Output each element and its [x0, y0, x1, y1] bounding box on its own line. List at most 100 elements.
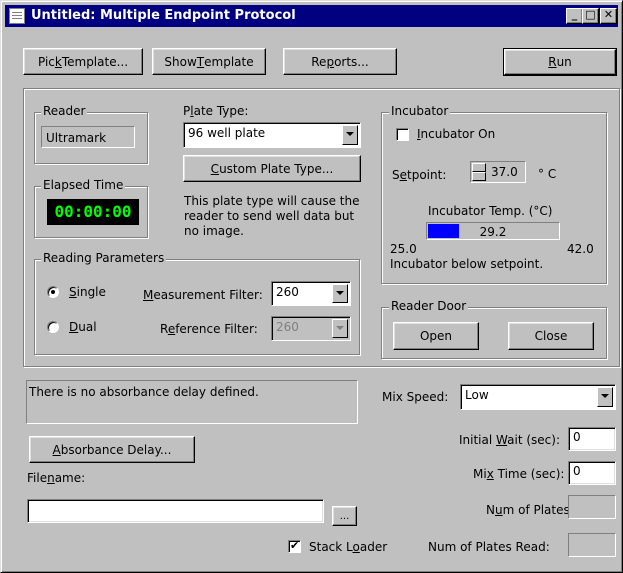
stack-loader-label[interactable]: Stack Loader [309, 540, 387, 554]
elapsed-group-label: Elapsed Time [41, 178, 126, 192]
setpoint-spinner[interactable]: 37.0 [470, 161, 526, 183]
stack-loader-checkbox[interactable] [288, 539, 301, 553]
stack-loader-label-b: o [352, 540, 360, 554]
maximize-button[interactable]: □ [582, 8, 599, 24]
filename-label: Filename: [27, 471, 85, 485]
run-button[interactable]: Run [503, 48, 617, 76]
num-plates-field[interactable] [568, 495, 616, 519]
pick-template-button[interactable]: Pic k Template... [23, 48, 143, 75]
absorbance-delay-message: There is no absorbance delay defined. [29, 385, 259, 399]
setpoint-label-c: tpoint: [407, 168, 447, 182]
plate-type-select[interactable]: 96 well plate [183, 122, 361, 148]
incubator-on-label[interactable]: Incubator On [417, 127, 495, 141]
num-plates-label: Num of Plates: [486, 503, 574, 517]
door-close-button[interactable]: Close [508, 322, 594, 350]
elapsed-display: 00:00:00 [47, 199, 139, 225]
single-label-a: S [69, 285, 77, 299]
mix-speed-select[interactable]: Low [460, 384, 616, 410]
setpoint-value: 37.0 [491, 165, 518, 179]
ref-label-a: R [160, 322, 168, 336]
reports-label-c: orts... [334, 54, 369, 69]
measurement-filter-label: Measurement Filter: [143, 288, 263, 302]
spin-down-icon[interactable] [472, 172, 486, 181]
dual-label[interactable]: Dual [69, 320, 97, 334]
stack-loader-label-a: Stack L [309, 540, 353, 554]
filename-label-c: ame: [54, 471, 86, 485]
run-label-a: R [548, 55, 557, 69]
window-title: Untitled: Multiple Endpoint Protocol [31, 8, 296, 23]
custom-plate-type-button[interactable]: Custom Plate Type... [183, 155, 361, 182]
setpoint-label: Setpoint: [392, 168, 446, 182]
temp-max: 42.0 [567, 242, 594, 256]
plate-type-value: 96 well plate [188, 126, 266, 140]
window: Untitled: Multiple Endpoint Protocol _ □… [0, 0, 623, 573]
reader-group-label: Reader [41, 104, 88, 118]
incubator-temp-value: 29.2 [479, 225, 507, 239]
close-button[interactable]: ✕ [600, 8, 617, 24]
delay-button-label-a: A [52, 442, 61, 457]
chevron-down-icon[interactable] [597, 387, 613, 407]
incubator-on-label-b: ncubator On [420, 127, 496, 141]
incubator-status: Incubator below setpoint. [390, 257, 544, 271]
door-open-button[interactable]: Open [393, 322, 479, 350]
num-plates-label-a: N [486, 503, 495, 517]
delay-button-label-b: bsorbance Delay... [60, 442, 172, 457]
absorbance-delay-message-box: There is no absorbance delay defined. [26, 380, 358, 424]
spin-up-icon[interactable] [472, 163, 486, 172]
single-label-b: ingle [76, 285, 106, 299]
reference-filter-value: 260 [276, 320, 299, 334]
num-plates-label-c: m of Plates: [502, 503, 574, 517]
initial-wait-label-c: ait (sec): [507, 433, 560, 447]
show-template-label-a: Show [164, 54, 197, 69]
dual-radio[interactable] [47, 321, 59, 333]
chevron-down-icon[interactable] [342, 125, 358, 145]
mix-speed-label: Mix Speed: [382, 390, 449, 404]
pick-template-label-c: Template... [61, 54, 129, 69]
ref-label-c: ference Filter: [175, 322, 258, 336]
show-template-button[interactable]: Show Template [152, 48, 266, 75]
show-template-label-c: emplate [204, 54, 254, 69]
measurement-filter-value: 260 [276, 285, 299, 299]
initial-wait-label-a: Initial [459, 433, 497, 447]
single-radio[interactable] [47, 286, 59, 298]
setpoint-label-b: e [399, 168, 408, 182]
mix-time-label: Mix Time (sec): [473, 467, 564, 481]
reference-filter-select[interactable]: 260 [271, 316, 351, 341]
incubator-group-label: Incubator [389, 104, 451, 118]
run-label-b: un [556, 55, 572, 69]
title-bar[interactable]: Untitled: Multiple Endpoint Protocol _ □… [5, 5, 618, 27]
temp-min: 25.0 [390, 242, 417, 256]
mix-speed-value: Low [465, 388, 489, 402]
stack-loader-label-c: ader [359, 540, 388, 554]
browse-button[interactable]: ... [332, 506, 357, 526]
incubator-on-checkbox[interactable] [396, 128, 409, 141]
initial-wait-label-b: W [496, 433, 508, 447]
chevron-down-icon [332, 319, 348, 338]
chevron-down-icon[interactable] [332, 284, 348, 303]
mix-time-label-c: Time (sec): [493, 467, 565, 481]
filename-input[interactable] [27, 499, 324, 523]
dual-label-a: D [69, 320, 79, 334]
show-template-label-b: T [196, 54, 205, 69]
initial-wait-label: Initial Wait (sec): [459, 433, 560, 447]
reference-filter-label: Reference Filter: [160, 322, 258, 336]
minimize-button[interactable]: _ [566, 8, 583, 24]
measurement-filter-select[interactable]: 260 [271, 281, 351, 306]
reader-value: Ultramark [41, 126, 135, 148]
incubator-temp-bar: 29.2 [426, 222, 560, 240]
reports-label-b: p [326, 54, 335, 69]
initial-wait-input[interactable]: 0 [568, 427, 616, 451]
plate-type-label: Plate Type: [183, 104, 248, 118]
single-label[interactable]: Single [69, 285, 106, 299]
custom-plate-label-a: C [210, 161, 220, 176]
absorbance-delay-button[interactable]: Absorbance Delay... [29, 436, 195, 463]
custom-plate-label-b: ustom Plate Type... [219, 161, 334, 176]
filename-label-b: n [47, 471, 55, 485]
plate-type-note: This plate type will cause the reader to… [184, 194, 360, 238]
app-icon[interactable] [9, 8, 25, 24]
meas-label-a: M [143, 288, 154, 302]
plate-type-label-c: ate Type: [193, 104, 249, 118]
mix-time-input[interactable]: 0 [568, 461, 616, 485]
reports-button[interactable]: Re p orts... [283, 48, 397, 75]
reports-label-a: Re [311, 54, 327, 69]
